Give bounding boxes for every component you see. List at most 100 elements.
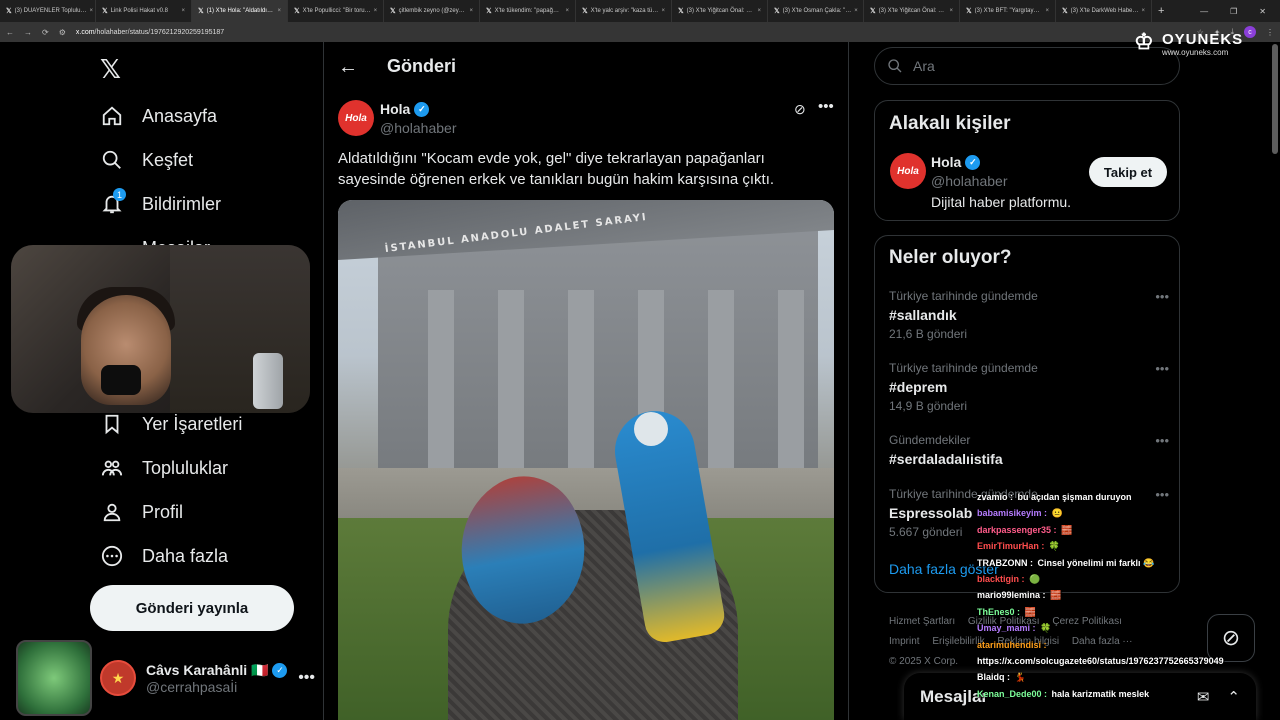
browser-profile-avatar[interactable]: c xyxy=(1244,26,1256,38)
chat-username: babamisikeyim : xyxy=(977,508,1048,519)
chat-text: 🧱 xyxy=(1058,524,1073,535)
chat-username: zvamio : xyxy=(977,492,1014,502)
chat-message: Blaidq : 💃 xyxy=(977,669,1277,685)
column-divider xyxy=(848,42,849,720)
chat-message: Umay_mami : 🍀 xyxy=(977,620,1277,636)
tweet-author-handle[interactable]: @holahaber xyxy=(380,120,457,136)
tweet-author-avatar[interactable]: Hola xyxy=(338,100,374,136)
more-icon[interactable]: ••• xyxy=(1155,361,1169,376)
more-icon[interactable]: ••• xyxy=(298,669,315,687)
avatar[interactable]: Hola xyxy=(890,153,926,189)
browser-tab-strip: 𝕏 (3) DUAYENLER Toplulu… × 𝕏 Link Polisi Ha… xyxy=(0,0,1280,22)
browser-tab[interactable]: 𝕏 (3) DUAYENLER Toplulu… × xyxy=(0,0,96,22)
site-info-icon[interactable]: ⚙ xyxy=(59,28,66,37)
webcam-background xyxy=(170,245,310,413)
restore-icon[interactable]: ❐ xyxy=(1230,7,1237,16)
browser-tab[interactable]: 𝕏 X'te tükendim: "papağ… × xyxy=(480,0,576,22)
nav-item-more[interactable]: Daha fazla xyxy=(100,541,228,571)
chat-message: Kenan_Dede00 : hala karizmatik meslek xyxy=(977,686,1277,702)
nav-item-explore[interactable]: Keşfet xyxy=(100,145,193,175)
footer-link[interactable]: Hizmet Şartları xyxy=(889,616,955,627)
nav-item-home[interactable]: Anasayfa xyxy=(100,101,217,131)
bell-icon: 1 xyxy=(100,188,126,216)
back-arrow-icon[interactable]: ← xyxy=(6,28,14,37)
tweet-author-name[interactable]: Hola ✓ xyxy=(380,101,430,117)
close-icon[interactable]: × xyxy=(89,8,93,14)
nav-item-profile[interactable]: Profil xyxy=(100,497,183,527)
close-icon[interactable]: × xyxy=(565,8,569,14)
account-handle: @cerrahpasaİi xyxy=(146,678,238,695)
browser-tab[interactable]: 𝕏 (3) X'te DarkWeb Habe… × xyxy=(1056,0,1152,22)
chat-username: darkpassenger35 : xyxy=(977,524,1057,535)
chat-username: Kenan_Dede00 : xyxy=(977,688,1048,699)
search-placeholder: Ara xyxy=(913,58,935,74)
chat-username: blacktigin : xyxy=(977,574,1025,585)
scrollbar[interactable] xyxy=(1272,44,1278,154)
back-arrow-icon[interactable]: ← xyxy=(338,56,358,79)
trend-item[interactable]: Türkiye tarihinde gündemde #deprem 14,9 … xyxy=(889,361,1169,413)
trend-item[interactable]: Gündemdekiler #serdaladalıistifa ••• xyxy=(889,433,1169,467)
browser-tab[interactable]: 𝕏 X'te yalc arşiv: "kaza tü… × xyxy=(576,0,672,22)
close-icon[interactable]: × xyxy=(854,8,858,14)
x-favicon-icon: 𝕏 xyxy=(390,8,396,15)
grok-icon[interactable]: ⊘ xyxy=(794,101,806,118)
close-icon[interactable]: × xyxy=(757,8,761,14)
x-logo-icon[interactable]: 𝕏 xyxy=(100,55,121,85)
nav-item-bookmarks[interactable]: Yer İşaretleri xyxy=(100,409,242,439)
browser-tab[interactable]: 𝕏çitlembik zeyno (@zey… × xyxy=(384,0,480,22)
window-close-icon[interactable]: ✕ xyxy=(1259,7,1266,16)
more-icon[interactable]: ••• xyxy=(1155,433,1169,448)
close-icon[interactable]: × xyxy=(181,8,185,14)
chat-username: mario99lemina : xyxy=(977,590,1046,601)
close-icon[interactable]: × xyxy=(949,8,953,14)
verified-badge-icon: ✓ xyxy=(272,662,288,678)
post-button[interactable]: Gönderi yayınla xyxy=(90,585,294,631)
browser-tab[interactable]: 𝕏 (3) X'te Yiğitcan Önal: … × xyxy=(864,0,960,22)
oyuneks-logo-icon: ♔ xyxy=(1134,29,1154,54)
url-field[interactable]: x.com/holahaber/status/19762129202591951… xyxy=(76,29,224,36)
browser-tab[interactable]: 𝕏 Link Polisi Hakat v0.8 × xyxy=(96,0,192,22)
chat-text: 🍀 xyxy=(1046,541,1061,552)
chat-message: zvamio : bu açıdan şişman duruyon xyxy=(977,489,1277,505)
more-icon[interactable]: ••• xyxy=(818,98,834,115)
brand-name: OYUNEKS xyxy=(1162,31,1244,48)
close-icon[interactable]: × xyxy=(374,8,378,14)
forward-arrow-icon[interactable]: → xyxy=(24,28,32,37)
chat-message: EmirTimurHan : 🍀 xyxy=(977,538,1277,554)
close-icon[interactable]: × xyxy=(277,8,281,14)
nav-item-notifications[interactable]: 1 Bildirimler xyxy=(100,188,221,219)
related-user-bio: Dijital haber platformu. xyxy=(931,194,1072,210)
close-icon[interactable]: × xyxy=(469,8,473,14)
browser-tab[interactable]: 𝕏 (3) X'te Yiğitcan Önal: … × xyxy=(672,0,768,22)
browser-menu-icon[interactable]: ⋮ xyxy=(1266,28,1274,37)
minimize-icon[interactable]: — xyxy=(1200,7,1208,16)
close-icon[interactable]: × xyxy=(1141,8,1145,14)
browser-tab[interactable]: 𝕏 (3) X'te BFT: "Yargıtay… × xyxy=(960,0,1056,22)
chat-message: atarimuhendisi : xyxy=(977,637,1277,653)
page-title: Gönderi xyxy=(387,56,457,76)
trend-item[interactable]: Türkiye tarihinde gündemde #sallandık 21… xyxy=(889,289,1169,341)
x-favicon-icon: 𝕏 xyxy=(486,8,492,15)
more-icon[interactable]: ••• xyxy=(1155,289,1169,304)
footer-link[interactable]: Imprint xyxy=(889,636,920,647)
related-user-handle[interactable]: @holahaber xyxy=(931,173,1008,189)
brand-url: www.oyuneks.com xyxy=(1162,48,1229,57)
nav-item-communities[interactable]: Topluluklar xyxy=(100,453,228,483)
chat-text: 💃 xyxy=(1012,672,1026,683)
browser-tab[interactable]: 𝕏 X'te Popullicci: "Bir toru… × xyxy=(288,0,384,22)
follow-button[interactable]: Takip et xyxy=(1089,157,1167,187)
close-icon[interactable]: × xyxy=(661,8,665,14)
tweet-image[interactable]: İSTANBUL ANADOLU ADALET SARAYI xyxy=(338,200,834,720)
chat-message: TRABZONN : Cinsel yönelimi mi farklı 😂 xyxy=(977,555,1277,571)
reload-icon[interactable]: ⟳ xyxy=(42,28,49,37)
bookmark-icon xyxy=(100,412,124,436)
close-icon[interactable]: × xyxy=(1045,8,1049,14)
account-switcher[interactable]: ★ Câvs Karahânli 🇮🇹 ✓ @cerrahpasaİi ••• xyxy=(100,660,315,696)
browser-tab[interactable]: 𝕏 (3) X'te Osman Çakla: "… × xyxy=(768,0,864,22)
brand-watermark: ♔ OYUNEKS www.oyuneks.com xyxy=(1134,29,1243,59)
browser-tab-active[interactable]: 𝕏 (1) X'te Hola: "Aldatıldı… × xyxy=(192,0,288,22)
related-user-name[interactable]: Hola ✓ xyxy=(931,154,981,170)
new-tab-icon[interactable]: + xyxy=(1152,5,1170,17)
sticker-image xyxy=(16,640,92,716)
x-favicon-icon: 𝕏 xyxy=(966,8,972,15)
